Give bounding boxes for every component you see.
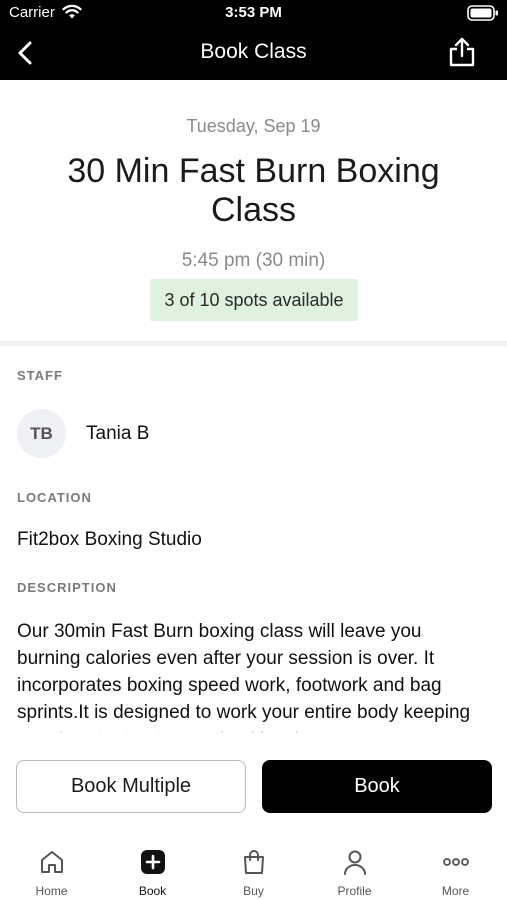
description-text: Our 30min Fast Burn boxing class will le… xyxy=(17,621,471,734)
class-date: Tuesday, Sep 19 xyxy=(186,116,321,136)
location-label: LOCATION xyxy=(17,490,92,505)
tab-label: Home xyxy=(35,884,68,898)
status-bar: Carrier 3:53 PM xyxy=(0,0,507,26)
staff-avatar: TB xyxy=(17,409,66,458)
more-dots-icon xyxy=(442,858,469,866)
book-button[interactable]: Book xyxy=(262,760,492,813)
class-title: 30 Min Fast Burn Boxing Class xyxy=(67,152,440,229)
staff-name[interactable]: Tania B xyxy=(86,423,149,445)
page-title: Book Class xyxy=(200,40,307,63)
tab-home[interactable]: Home xyxy=(1,832,102,900)
status-time: 3:53 PM xyxy=(225,4,282,21)
description-label: DESCRIPTION xyxy=(17,580,117,595)
tab-more[interactable]: More xyxy=(405,832,506,900)
add-square-icon xyxy=(140,850,165,874)
tab-buy[interactable]: Buy xyxy=(203,832,304,900)
tab-bar: Home Book Buy Profile More xyxy=(0,832,507,900)
tab-book[interactable]: Book xyxy=(102,832,203,900)
class-time: 5:45 pm (30 min) xyxy=(181,250,326,271)
battery-icon xyxy=(467,5,498,21)
nav-bar: Book Class xyxy=(0,26,507,80)
location-value: Fit2box Boxing Studio xyxy=(17,529,202,550)
section-divider xyxy=(0,341,507,346)
class-header: Tuesday, Sep 19 30 Min Fast Burn Boxing … xyxy=(0,80,507,344)
spots-available-badge: 3 of 10 spots available xyxy=(150,279,358,321)
person-icon xyxy=(343,850,366,875)
shopping-bag-icon xyxy=(243,850,264,874)
tab-label: More xyxy=(441,884,470,898)
home-icon xyxy=(40,851,63,873)
tab-label: Book xyxy=(138,884,167,898)
tab-profile[interactable]: Profile xyxy=(304,832,405,900)
staff-label: STAFF xyxy=(17,368,63,383)
share-icon[interactable] xyxy=(447,36,477,68)
description-container: Our 30min Fast Burn boxing class will le… xyxy=(17,618,487,734)
tab-label: Profile xyxy=(337,884,372,898)
book-multiple-button[interactable]: Book Multiple xyxy=(16,760,246,813)
tab-label: Buy xyxy=(243,884,264,898)
